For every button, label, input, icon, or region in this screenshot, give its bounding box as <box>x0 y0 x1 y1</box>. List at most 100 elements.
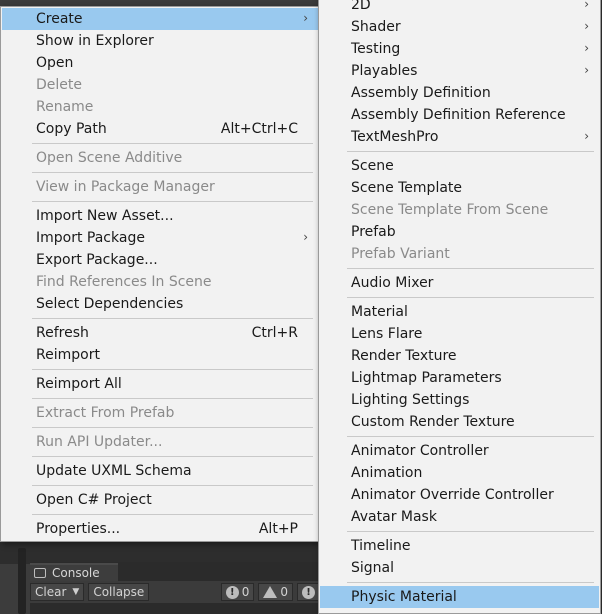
submenu-item-scene-template[interactable]: Scene Template <box>320 177 599 199</box>
menu-separator <box>347 151 594 152</box>
submenu-item-prefab[interactable]: Prefab <box>320 221 599 243</box>
menu-item-import-new-asset[interactable]: Import New Asset... <box>2 205 318 227</box>
submenu-item-animation[interactable]: Animation <box>320 462 599 484</box>
menu-item-label: Animation <box>351 465 423 481</box>
menu-item-label: Testing <box>351 41 401 57</box>
submenu-item-lightmap-parameters[interactable]: Lightmap Parameters <box>320 367 599 389</box>
submenu-item-material[interactable]: Material <box>320 301 599 323</box>
menu-item-show-in-explorer[interactable]: Show in Explorer <box>2 30 318 52</box>
menu-item-label: Select Dependencies <box>36 296 184 312</box>
menu-item-open-csharp-project[interactable]: Open C# Project <box>2 489 318 511</box>
menu-separator <box>32 201 313 202</box>
menu-separator <box>347 297 594 298</box>
menu-item-shortcut: Alt+Ctrl+C <box>220 121 298 137</box>
menu-item-reimport-all[interactable]: Reimport All <box>2 373 318 395</box>
menu-item-shortcut: Ctrl+R <box>251 325 298 341</box>
warning-toggle[interactable]: 0 <box>258 583 293 601</box>
menu-item-label: Scene Template <box>351 180 463 196</box>
menu-separator <box>347 436 594 437</box>
menu-item-shortcut: Alt+P <box>258 521 298 537</box>
submenu-item-shader[interactable]: Shader › <box>320 16 599 38</box>
info-toggle[interactable]: ! 0 <box>220 583 255 601</box>
menu-item-find-references: Find References In Scene <box>2 271 318 293</box>
chevron-right-icon: › <box>584 41 589 55</box>
menu-item-label: Lighting Settings <box>351 392 470 408</box>
console-toolbar: Clear ▼ Collapse ! 0 0 ! <box>30 581 320 603</box>
submenu-item-timeline[interactable]: Timeline <box>320 535 599 557</box>
submenu-item-animator-override-controller[interactable]: Animator Override Controller <box>320 484 599 506</box>
menu-item-open[interactable]: Open <box>2 52 318 74</box>
menu-item-label: Delete <box>36 77 82 93</box>
submenu-item-textmeshpro[interactable]: TextMeshPro › <box>320 126 599 148</box>
editor-strip <box>0 540 330 564</box>
submenu-item-lens-flare[interactable]: Lens Flare <box>320 323 599 345</box>
menu-item-label: View in Package Manager <box>36 179 215 195</box>
warning-count: 0 <box>280 585 288 599</box>
menu-item-reimport[interactable]: Reimport <box>2 344 318 366</box>
menu-item-label: Signal <box>351 560 395 576</box>
menu-item-label: Audio Mixer <box>351 275 434 291</box>
menu-separator <box>32 143 313 144</box>
menu-separator <box>32 398 313 399</box>
chevron-down-icon[interactable]: ▼ <box>72 587 79 597</box>
menu-item-label: Open Scene Additive <box>36 150 183 166</box>
menu-item-label: 2D <box>351 0 371 13</box>
menu-item-delete: Delete <box>2 74 318 96</box>
menu-item-label: Create <box>36 11 83 27</box>
menu-item-update-uxml-schema[interactable]: Update UXML Schema <box>2 460 318 482</box>
submenu-item-testing[interactable]: Testing › <box>320 38 599 60</box>
menu-item-copy-path[interactable]: Copy Path Alt+Ctrl+C <box>2 118 318 140</box>
menu-item-label: Shader <box>351 19 401 35</box>
menu-separator <box>347 531 594 532</box>
submenu-item-prefab-variant: Prefab Variant <box>320 243 599 265</box>
submenu-item-audio-mixer[interactable]: Audio Mixer <box>320 272 599 294</box>
menu-item-import-package[interactable]: Import Package › <box>2 227 318 249</box>
menu-item-label: Update UXML Schema <box>36 463 192 479</box>
submenu-item-scene[interactable]: Scene <box>320 155 599 177</box>
submenu-item-animator-controller[interactable]: Animator Controller <box>320 440 599 462</box>
menu-item-label: Run API Updater... <box>36 434 163 450</box>
submenu-item-scene-template-from-scene: Scene Template From Scene <box>320 199 599 221</box>
tab-console[interactable]: Console <box>30 563 118 581</box>
menu-item-label: Physic Material <box>351 589 457 605</box>
scrollbar[interactable] <box>18 548 26 614</box>
menu-item-label: Properties... <box>36 521 121 537</box>
submenu-item-render-texture[interactable]: Render Texture <box>320 345 599 367</box>
menu-separator <box>347 268 594 269</box>
submenu-item-physic-material[interactable]: Physic Material <box>320 586 599 608</box>
info-icon: ! <box>225 585 239 599</box>
chevron-right-icon: › <box>584 129 589 143</box>
menu-item-label: Reimport <box>36 347 100 363</box>
submenu-item-signal[interactable]: Signal <box>320 557 599 579</box>
menu-separator <box>347 582 594 583</box>
submenu-item-custom-render-texture[interactable]: Custom Render Texture <box>320 411 599 433</box>
menu-item-create[interactable]: Create › <box>2 8 318 30</box>
menu-separator <box>32 427 313 428</box>
menu-item-refresh[interactable]: Refresh Ctrl+R <box>2 322 318 344</box>
submenu-item-avatar-mask[interactable]: Avatar Mask <box>320 506 599 528</box>
menu-item-label: Open <box>36 55 74 71</box>
clear-button[interactable]: Clear ▼ <box>30 583 85 601</box>
submenu-item-assembly-definition-reference[interactable]: Assembly Definition Reference <box>320 104 599 126</box>
menu-item-label: Playables <box>351 63 418 79</box>
menu-item-label: Show in Explorer <box>36 33 154 49</box>
menu-item-label: Assembly Definition <box>351 85 491 101</box>
error-toggle[interactable]: ! <box>297 583 320 601</box>
console-tab-label: Console <box>52 566 100 580</box>
menu-item-select-dependencies[interactable]: Select Dependencies <box>2 293 318 315</box>
menu-item-label: Extract From Prefab <box>36 405 175 421</box>
submenu-item-lighting-settings[interactable]: Lighting Settings <box>320 389 599 411</box>
submenu-item-assembly-definition[interactable]: Assembly Definition <box>320 82 599 104</box>
menu-item-label: Reimport All <box>36 376 122 392</box>
menu-item-properties[interactable]: Properties... Alt+P <box>2 518 318 540</box>
menu-item-export-package[interactable]: Export Package... <box>2 249 318 271</box>
submenu-item-2d[interactable]: 2D › <box>320 0 599 16</box>
menu-item-label: Scene Template From Scene <box>351 202 549 218</box>
collapse-button[interactable]: Collapse <box>88 583 150 601</box>
context-menu: Create › Show in Explorer Open Delete Ren… <box>0 6 320 542</box>
menu-item-label: Import Package <box>36 230 145 246</box>
menu-separator <box>32 456 313 457</box>
menu-item-label: Animator Controller <box>351 443 489 459</box>
menu-separator <box>32 318 313 319</box>
submenu-item-playables[interactable]: Playables › <box>320 60 599 82</box>
